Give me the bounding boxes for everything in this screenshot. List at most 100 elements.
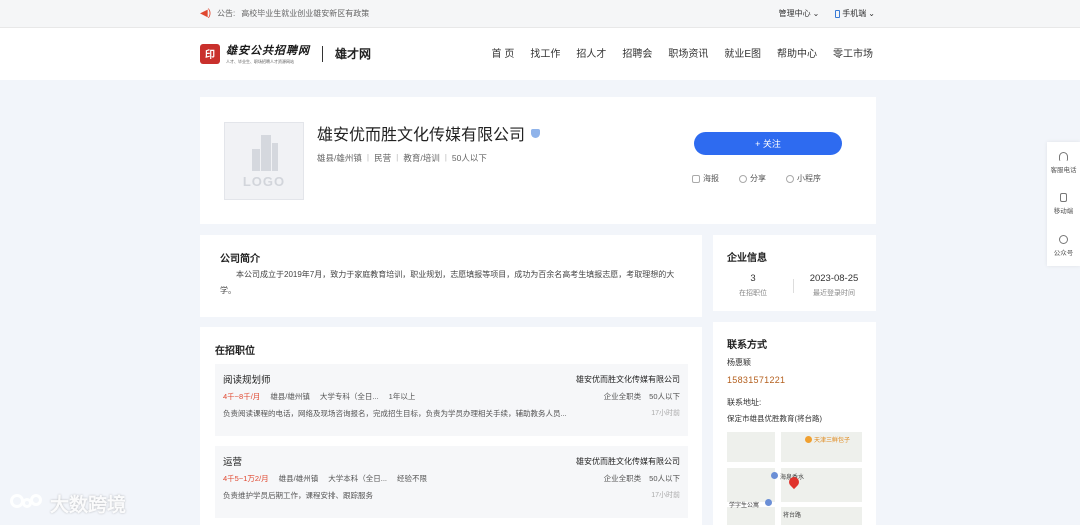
job-salary: 4千5~1万2/月 <box>223 474 269 483</box>
contact-card: 联系方式 杨惠颖 15831571221 联系地址: 保定市雄县优胜教育(将台路… <box>713 322 876 525</box>
nav-home[interactable]: 首 页 <box>492 45 515 60</box>
logo-main-text: 雄安公共招聘网 <box>226 45 310 57</box>
job-type: 企业全职类 <box>603 474 642 483</box>
admin-center-link[interactable]: 管理中心 ⌄ <box>779 8 820 19</box>
logo-secondary: 雄才网 <box>335 47 372 61</box>
mobile-link[interactable]: 手机端 ⌄ <box>835 8 875 19</box>
company-meta: 雄县/雄州镇 | 民营 | 教育/培训 | 50人以下 <box>317 152 487 163</box>
share-action[interactable]: 分享 <box>739 173 766 184</box>
official-account-label: 公众号 <box>1053 250 1074 257</box>
map-label: 天津三鲜包子 <box>814 438 851 444</box>
company-name: 雄安优而胜文化传媒有限公司 <box>317 121 541 145</box>
logo-sub-text: 人才、毕业生、职场招聘人才资源网站 <box>226 59 294 64</box>
company-logo-placeholder: LOGO <box>224 122 304 200</box>
job-item[interactable]: 阅读规划师 4千~8千/月 雄县/雄州镇 大学专科（全日... 1年以上 负责阅… <box>215 364 688 436</box>
job-education: 大学专科（全日... <box>319 392 379 401</box>
notice-text[interactable]: 高校毕业生就业创业雄安新区有政策 <box>241 8 369 19</box>
chevron-down-icon: ⌄ <box>868 9 875 18</box>
verified-shield-icon <box>531 128 541 138</box>
intro-title: 公司简介 <box>220 254 260 265</box>
company-actions: 海报 分享 小程序 <box>692 173 821 184</box>
watermark-logo-icon <box>10 492 42 516</box>
info-title: 企业信息 <box>727 253 767 264</box>
notice-bar: ◀) 公告: 高校毕业生就业创业雄安新区有政策 管理中心 ⌄ 手机端 ⌄ <box>0 0 1080 28</box>
stat-divider <box>793 279 794 293</box>
nav-help-center[interactable]: 帮助中心 <box>777 45 817 60</box>
job-company-size: 50人以下 <box>649 392 680 401</box>
positions-stat: 3 在招职位 <box>727 273 779 298</box>
map-label: 将台路 <box>783 513 802 519</box>
map-poi-icon <box>771 472 778 479</box>
company-location: 雄县/雄州镇 <box>317 153 362 163</box>
watermark-text: 大数跨境 <box>50 495 127 516</box>
job-experience: 1年以上 <box>388 392 416 401</box>
admin-center-label: 管理中心 <box>778 9 811 18</box>
job-location: 雄县/雄州镇 <box>270 392 310 401</box>
job-title[interactable]: 运营 <box>223 454 242 468</box>
contact-person: 杨惠颖 <box>727 358 751 367</box>
job-item[interactable]: 运营 4千5~1万2/月 雄县/雄州镇 大学本科（全日... 经验不限 负责维护… <box>215 446 688 518</box>
nav-career-news[interactable]: 职场资讯 <box>668 45 708 60</box>
logo-divider <box>322 45 323 62</box>
share-icon <box>739 174 747 183</box>
last-login-label: 最近登录时间 <box>813 290 855 297</box>
phone-icon <box>835 9 841 18</box>
nav-employment-map[interactable]: 就业E图 <box>724 45 761 60</box>
location-map[interactable]: 天津三鲜包子 海泉香水 学字生公寓 将台路 <box>727 432 862 525</box>
last-login-stat: 2023-08-25 最近登录时间 <box>803 273 865 298</box>
job-salary: 4千~8千/月 <box>223 392 261 401</box>
contact-address: 保定市雄县优胜教育(将台路) <box>727 414 822 423</box>
mobile-icon <box>1060 193 1067 202</box>
company-size: 50人以下 <box>451 153 487 163</box>
building-icon <box>248 133 280 171</box>
contact-phone[interactable]: 15831571221 <box>727 375 785 385</box>
positions-count: 3 <box>750 273 756 284</box>
nav-hire[interactable]: 招人才 <box>576 45 606 60</box>
floating-toolbar: 客服电话 移动端 公众号 <box>1047 142 1080 266</box>
company-ownership: 民营 <box>374 153 392 163</box>
job-description: 负责阅读课程的电话，网络及现场咨询报名，完成招生目标，负责为学员办理相关手续，辅… <box>223 409 567 418</box>
contact-title: 联系方式 <box>727 340 767 351</box>
poster-action[interactable]: 海报 <box>692 173 719 184</box>
company-info-card: 企业信息 3 在招职位 2023-08-25 最近登录时间 <box>713 235 876 311</box>
mini-program-action[interactable]: 小程序 <box>786 173 821 184</box>
last-login-date: 2023-08-25 <box>809 273 859 284</box>
company-intro-card: 公司简介 本公司成立于2019年7月，致力于家庭教育培训，职业规划，志愿填报等项… <box>200 235 702 317</box>
notice[interactable]: ◀) 公告: 高校毕业生就业创业雄安新区有政策 <box>200 8 369 19</box>
map-label: 学字生公寓 <box>729 503 760 509</box>
intro-text: 本公司成立于2019年7月，致力于家庭教育培训，职业规划，志愿填报等项目，成功为… <box>220 270 675 295</box>
poster-icon <box>692 174 700 183</box>
poster-label: 海报 <box>703 174 719 183</box>
watermark: 大数跨境 <box>10 490 126 517</box>
job-title[interactable]: 阅读规划师 <box>223 372 271 386</box>
company-industry: 教育/培训 <box>403 153 440 163</box>
job-experience: 经验不限 <box>397 474 428 483</box>
nav-find-job[interactable]: 找工作 <box>530 45 560 60</box>
jobs-title: 在招职位 <box>215 346 255 357</box>
job-company[interactable]: 雄安优而胜文化传媒有限公司 <box>576 456 680 467</box>
site-logo[interactable]: 印 雄安公共招聘网 人才、毕业生、职场招聘人才资源网站 雄才网 <box>200 42 371 65</box>
job-company-size: 50人以下 <box>649 474 680 483</box>
seal-icon: 印 <box>200 43 220 64</box>
nav-job-fair[interactable]: 招聘会 <box>622 45 652 60</box>
company-name-text: 雄安优而胜文化传媒有限公司 <box>317 127 526 144</box>
open-positions-card: 在招职位 阅读规划师 4千~8千/月 雄县/雄州镇 大学专科（全日... 1年以… <box>200 327 702 525</box>
positions-label: 在招职位 <box>739 290 767 297</box>
chevron-down-icon: ⌄ <box>812 9 820 18</box>
customer-service-label: 客服电话 <box>1050 167 1077 174</box>
headset-icon <box>1059 152 1068 161</box>
customer-service-button[interactable]: 客服电话 <box>1047 152 1080 174</box>
mini-program-icon <box>786 174 794 183</box>
official-account-button[interactable]: 公众号 <box>1047 235 1080 257</box>
nav-gig-market[interactable]: 零工市场 <box>833 45 873 60</box>
follow-button[interactable]: + 关注 <box>694 132 842 155</box>
job-company[interactable]: 雄安优而胜文化传媒有限公司 <box>576 374 680 385</box>
job-education: 大学本科（全日... <box>328 474 388 483</box>
mini-program-label: 小程序 <box>797 174 821 183</box>
wechat-icon <box>1059 235 1068 244</box>
mobile-app-button[interactable]: 移动端 <box>1047 193 1080 215</box>
company-card: LOGO 雄安优而胜文化传媒有限公司 雄县/雄州镇 | 民营 | 教育/培训 | 50… <box>200 97 876 224</box>
job-type: 企业全职类 <box>603 392 642 401</box>
address-label: 联系地址: <box>727 398 762 407</box>
map-poi-icon <box>765 499 772 506</box>
